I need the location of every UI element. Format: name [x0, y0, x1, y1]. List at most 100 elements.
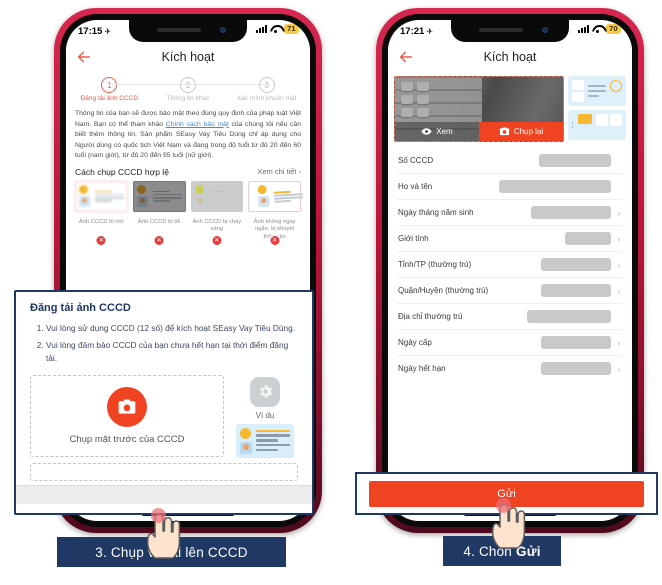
step-1[interactable]: 1 Đăng tải ảnh CCCD: [70, 77, 149, 102]
form-value-masked[interactable]: [531, 206, 611, 219]
status-bar-right: 17:21 ✈ 70: [388, 20, 632, 42]
dialog-example-column: Ví dụ: [232, 375, 298, 458]
document-illustration-2: [568, 110, 626, 140]
howto-section: Cách chụp CCCD hợp lệ Xem chi tiết › ✕ Ả…: [66, 167, 310, 247]
form-value-masked[interactable]: [539, 154, 611, 167]
chevron-right-icon: ›: [617, 363, 621, 374]
page-title: Kích hoạt: [161, 50, 215, 64]
tap-highlight: [151, 508, 166, 523]
dialog-capture-area: Chụp mặt trước của CCCD Ví dụ: [16, 369, 312, 458]
card-thumb-cropped: [248, 180, 304, 212]
status-time-group: 17:21 ✈: [400, 26, 433, 37]
card-thumb-dark: [132, 180, 186, 212]
invalid-badge-icon: ✕: [269, 235, 281, 247]
form-value-masked[interactable]: [527, 310, 611, 323]
form-value-masked[interactable]: [541, 336, 611, 349]
howto-header: Cách chụp CCCD hợp lệ Xem chi tiết ›: [75, 167, 301, 177]
howto-title: Cách chụp CCCD hợp lệ: [75, 166, 169, 177]
step-2-label: Thông tin khác: [166, 95, 210, 102]
step-2-number: 2: [180, 77, 196, 93]
capture-front-dropzone[interactable]: Chụp mặt trước của CCCD: [30, 374, 224, 457]
upload-cccd-dialog: Đăng tải ảnh CCCD Vui lòng sử dụng CCCD …: [14, 290, 314, 515]
form-label: Giới tính: [398, 234, 429, 243]
step-1-label: Đăng tải ảnh CCCD: [80, 95, 139, 102]
signal-bars-icon: [255, 25, 267, 33]
howto-card-3-caption: Ảnh CCCD bị cháy sáng: [192, 218, 242, 233]
airplane-icon: ✈: [426, 26, 434, 36]
howto-more-label: Xem chi tiết: [257, 167, 297, 177]
cccd-form: Số CCCD › Họ và tên › Ngày tháng năm sin…: [388, 148, 632, 381]
view-photo-button[interactable]: Xem: [395, 122, 479, 141]
status-indicators: 70: [577, 24, 621, 34]
form-label: Tỉnh/TP (thường trú): [398, 260, 472, 269]
privacy-policy-link[interactable]: Chính sách bảo mật: [166, 121, 229, 128]
form-row-gioi-tinh[interactable]: Giới tính ›: [398, 226, 622, 252]
back-arrow-icon[interactable]: [398, 49, 414, 65]
chevron-right-icon: ›: [617, 285, 621, 296]
camera-icon[interactable]: [107, 386, 147, 427]
chevron-right-icon: ›: [298, 167, 302, 177]
app-header-right: Kích hoạt: [388, 42, 632, 72]
retake-photo-button[interactable]: Chụp lại: [479, 122, 563, 141]
document-illustration-1: [568, 76, 626, 106]
example-label: Ví dụ: [255, 410, 275, 420]
howto-more[interactable]: Xem chi tiết ›: [257, 167, 301, 176]
form-row-ngay-het-han[interactable]: Ngày hết hạn ›: [398, 356, 622, 381]
card-thumb-overexposed: [190, 180, 244, 212]
phone-right-screen: 17:21 ✈ 70 Kích hoạt Xem Chụp lại Số CCC…: [388, 20, 632, 521]
chevron-right-icon: ›: [617, 259, 621, 270]
form-value-masked[interactable]: [541, 284, 611, 297]
step-3[interactable]: 3 Xác minh khuôn mặt: [227, 77, 306, 102]
form-value-masked[interactable]: [499, 180, 611, 193]
photo-preview-row: Xem Chụp lại: [388, 72, 632, 142]
wifi-icon: [592, 25, 603, 33]
howto-card-1: ✕ Ảnh CCCD bị mờ: [75, 180, 128, 247]
form-label: Địa chỉ thường trú: [398, 312, 463, 321]
form-row-ngay-thang-nam-sinh[interactable]: Ngày tháng năm sinh ›: [398, 200, 622, 226]
tap-highlight: [496, 498, 511, 513]
form-value-masked[interactable]: [565, 232, 611, 245]
battery-badge: 71: [283, 24, 299, 34]
dialog-footer: [16, 484, 312, 504]
page-title: Kích hoạt: [483, 50, 537, 64]
signal-bars-icon: [577, 25, 589, 33]
camera-icon: [499, 127, 509, 136]
gear-icon: [250, 376, 280, 407]
invalid-badge-icon: ✕: [211, 235, 223, 247]
dialog-instruction-list: Vui lòng sử dụng CCCD (12 số) để kích ho…: [16, 316, 312, 365]
side-illustrations: [568, 76, 626, 142]
howto-card-1-caption: Ảnh CCCD bị mờ: [78, 218, 124, 225]
capture-front-label: Chụp mặt trước của CCCD: [69, 433, 185, 445]
howto-card-4: ✕ Ảnh không ngay ngắn, bị khuyết thông t…: [248, 180, 304, 247]
status-time-group: 17:15 ✈: [78, 26, 111, 37]
form-row-ho-va-ten[interactable]: Họ và tên ›: [398, 174, 622, 200]
screenshot-root: 17:15 ✈ 71 Kích hoạt 1 Đăng tải ảnh CCCD…: [0, 0, 662, 585]
step-2[interactable]: 2 Thông tin khác: [148, 77, 228, 102]
airplane-icon: ✈: [104, 26, 112, 36]
back-arrow-icon[interactable]: [76, 49, 92, 65]
form-row-dia-chi-thuong-tru[interactable]: Địa chỉ thường trú ›: [398, 304, 622, 330]
ring-icon: [610, 80, 622, 92]
view-photo-label: Xem: [436, 127, 453, 136]
step-1-number: 1: [101, 77, 118, 93]
form-row-quan-huyen[interactable]: Quận/Huyện (thường trú) ›: [398, 278, 622, 304]
form-value-masked[interactable]: [541, 362, 611, 375]
step-3-number: 3: [258, 77, 275, 93]
example-card-illustration: [236, 423, 294, 458]
form-row-so-cccd[interactable]: Số CCCD ›: [398, 148, 622, 174]
chevron-right-icon: ›: [617, 207, 621, 218]
status-time: 17:15: [78, 25, 103, 37]
captured-photo-preview: Xem Chụp lại: [394, 76, 564, 142]
step-indicator: 1 Đăng tải ảnh CCCD 2 Thông tin khác 3 X…: [66, 72, 310, 105]
form-label: Ngày cấp: [398, 338, 432, 347]
form-row-tinh-tp[interactable]: Tỉnh/TP (thường trú) ›: [398, 252, 622, 278]
capture-back-dropzone[interactable]: [30, 462, 298, 481]
howto-card-2: ✕ Ảnh CCCD bị tối: [132, 180, 186, 247]
step-3-label: Xác minh khuôn mặt: [237, 95, 297, 102]
retake-photo-label: Chụp lại: [513, 127, 544, 136]
form-label: Ngày hết hạn: [398, 364, 446, 373]
hand-cursor-right: [488, 498, 528, 550]
form-row-ngay-cap[interactable]: Ngày cấp ›: [398, 330, 622, 356]
form-value-masked[interactable]: [541, 258, 611, 271]
dialog-instruction-1: Vui lòng sử dụng CCCD (12 số) để kích ho…: [46, 322, 298, 335]
